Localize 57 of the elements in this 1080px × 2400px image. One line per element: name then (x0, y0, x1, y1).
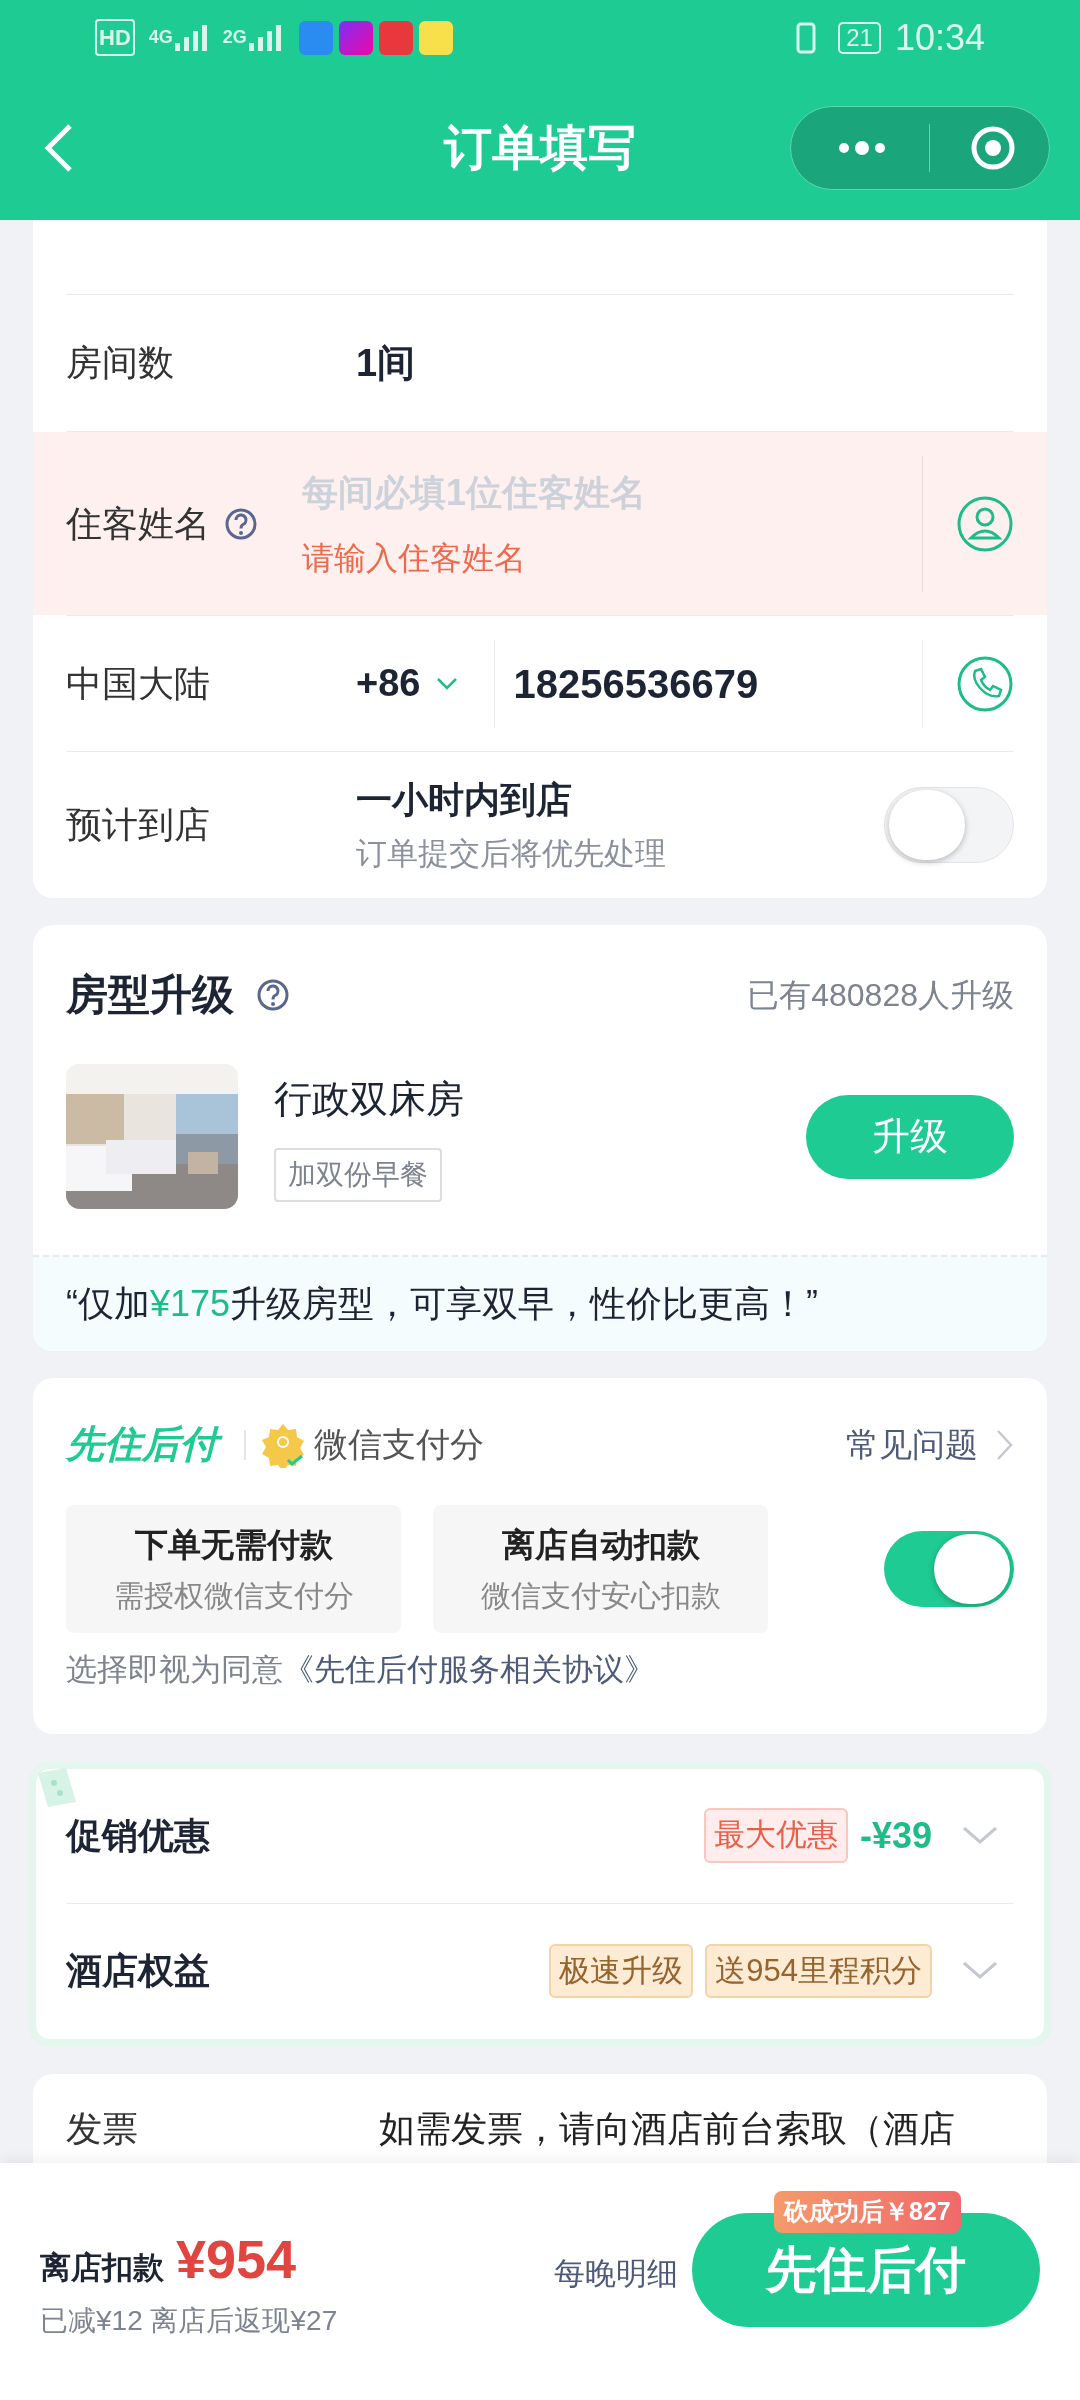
feature-subtitle: 需授权微信支付分 (113, 1578, 354, 1615)
field-label: 房间数 (66, 341, 175, 385)
app-icon (338, 20, 373, 55)
room-type: 行政双床房 (274, 1077, 464, 1122)
agreement-text: 选择即视为同意《先住后付服务相关协议》 (66, 1651, 656, 1689)
discount-note: 已减¥12 离店后返现¥27 (40, 2304, 338, 2338)
total-price: ¥954 (176, 2228, 297, 2291)
charge-label: 离店扣款 (40, 2249, 164, 2287)
error-message: 请输入住客姓名 (302, 538, 527, 578)
help-icon[interactable] (256, 977, 290, 1012)
app-icon (298, 20, 333, 55)
contact-person-icon[interactable] (956, 494, 1014, 553)
country-code[interactable]: +86 (356, 655, 421, 712)
signal-label: 2G (222, 26, 247, 49)
bargain-badge: 砍成功后￥827 (774, 2191, 961, 2233)
field-label: 发票 (66, 2106, 139, 2151)
chevron-down-icon (436, 676, 459, 691)
hd-icon: HD (95, 19, 135, 56)
upgrade-pitch: “仅加¥175升级房型，可享双早，性价比更高！” (66, 1283, 819, 1324)
field-label: 预计到店 (66, 803, 211, 847)
help-icon[interactable] (224, 506, 258, 541)
arrival-time[interactable]: 一小时内到店 (356, 772, 884, 827)
room-perk-tag: 加双份早餐 (274, 1148, 442, 1202)
phone-icon[interactable] (956, 654, 1014, 713)
feature-subtitle: 微信支付安心扣款 (480, 1578, 721, 1615)
close-mini-program-icon[interactable] (970, 124, 1016, 171)
more-icon[interactable] (837, 139, 887, 156)
chevron-right-icon (996, 1428, 1014, 1461)
chevron-down-icon (962, 1825, 998, 1846)
chevron-down-icon (962, 1961, 998, 1981)
battery-icon: 21 (838, 21, 881, 54)
discount-amount: -¥39 (859, 1813, 932, 1858)
page-title: 订单填写 (444, 119, 636, 176)
brand-label: 先住后付 (66, 1416, 226, 1473)
faq-link[interactable]: 常见问题 (846, 1419, 978, 1470)
arrival-note: 订单提交后将优先处理 (356, 834, 667, 873)
upgrade-count: 已有480828人升级 (747, 975, 1014, 1015)
section-title: 房型升级 (66, 970, 234, 1020)
status-time: 10:34 (894, 15, 985, 60)
feature-title: 离店自动扣款 (501, 1524, 700, 1565)
benefit-label[interactable]: 促销优惠 (66, 1808, 210, 1863)
field-label: 住客姓名 (66, 501, 210, 546)
signal-label: 4G (148, 26, 173, 49)
room-count: 1间 (356, 340, 416, 386)
phone-field[interactable]: 18256536679 (513, 653, 922, 714)
feature-title: 下单无需付款 (134, 1524, 333, 1565)
partner-label: 微信支付分 (314, 1424, 484, 1465)
region-label[interactable]: 中国大陆 (66, 656, 356, 711)
app-icon (418, 20, 453, 55)
invoice-note: 如需发票，请向酒店前台索取（酒店 (379, 2106, 955, 2151)
benefit-tag: 极速升级 (549, 1943, 694, 1999)
benefit-label[interactable]: 酒店权益 (66, 1944, 210, 1998)
agreement-link[interactable]: 《先住后付服务相关协议》 (283, 1652, 655, 1687)
benefit-tag: 送954里程积分 (705, 1943, 932, 1999)
benefit-tag: 最大优惠 (703, 1808, 848, 1863)
nightly-details-link[interactable]: 每晚明细 (554, 2251, 678, 2298)
app-icon (378, 20, 413, 55)
